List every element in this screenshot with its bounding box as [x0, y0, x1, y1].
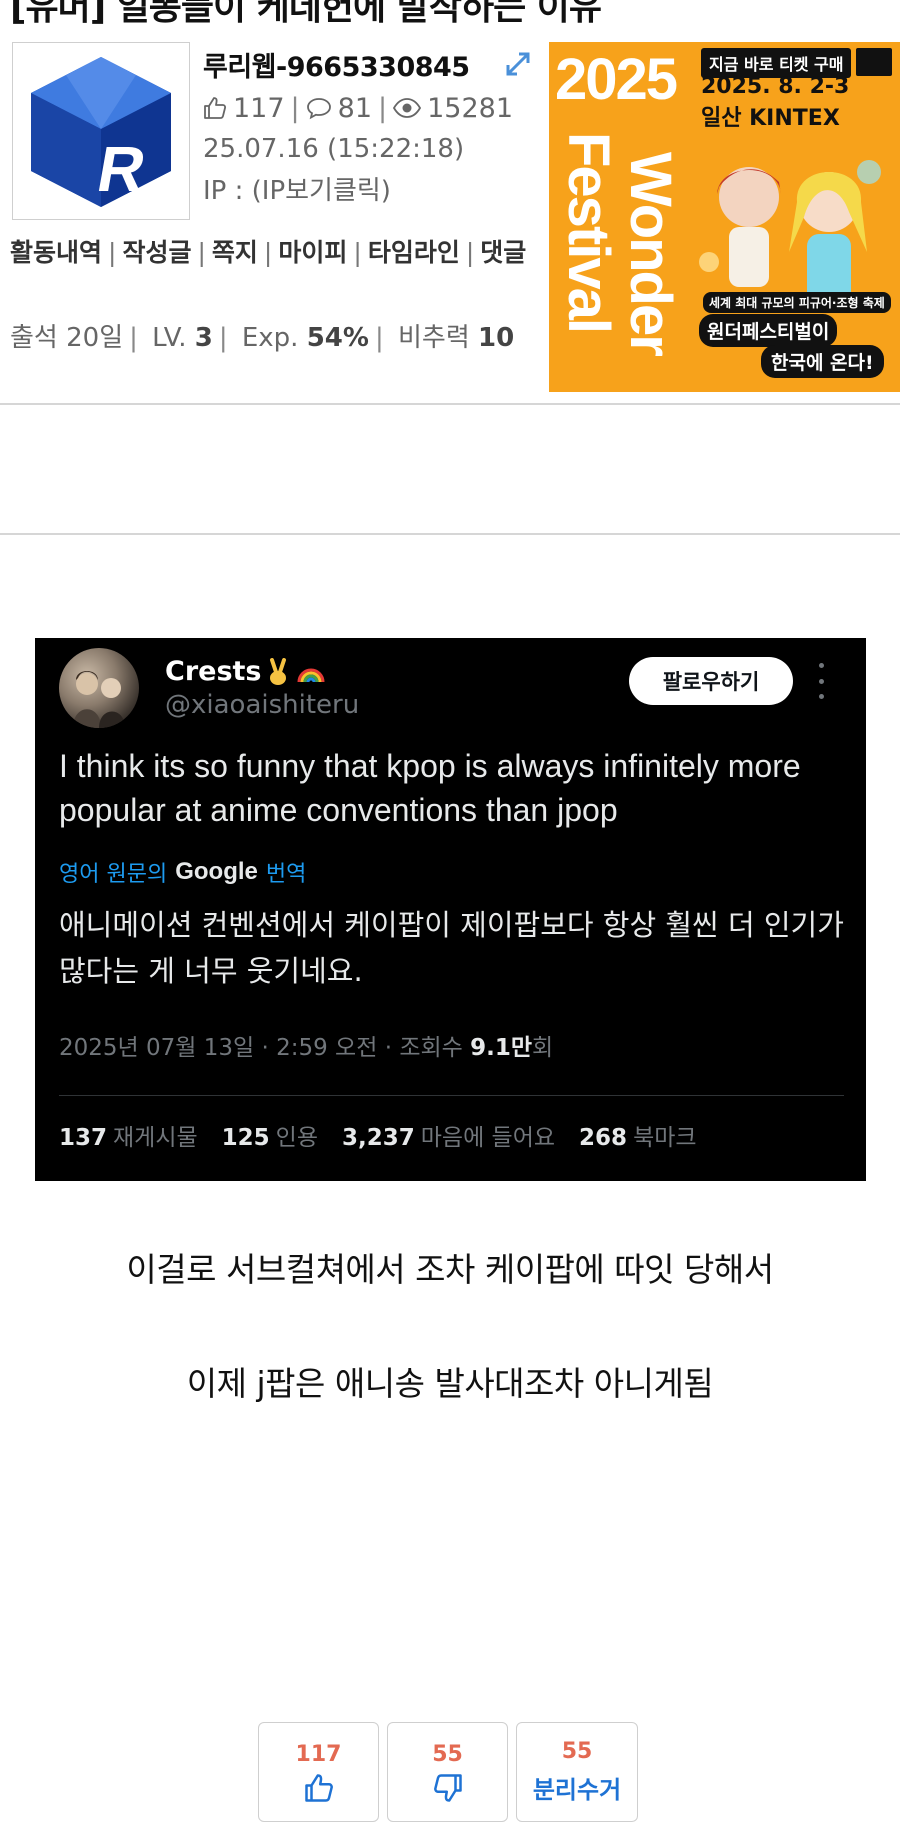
tweet-handle: @xiaoaishiteru [165, 690, 360, 720]
divider-mid [0, 533, 900, 535]
recycle-label: 분리수거 [532, 1776, 622, 1804]
downvote-button[interactable]: 55 [387, 1722, 508, 1822]
divider-top [0, 403, 900, 405]
exp-label: Exp. [241, 323, 299, 353]
author-meta: 루리웹-9665330845 117 | 81 | 15281 25.07.16… [203, 44, 533, 212]
tweet-bookmarks-label: 북마크 [633, 1125, 697, 1151]
comment-icon [306, 98, 331, 120]
level-value: 3 [194, 323, 213, 353]
link-messages[interactable]: 쪽지 [212, 238, 258, 267]
level-info: 출석 20일 | LV. 3 | Exp. 54% | 비추력 10 [10, 323, 515, 353]
post-date: 25.07.16 (15:22:18) [203, 134, 465, 164]
ad-year: 2025 [555, 47, 678, 112]
google-label: Google [175, 858, 258, 885]
post-title: [유머] 일뽕들이 케데헌에 발작하는 이유 [10, 0, 602, 28]
author-comments: 81 [337, 92, 373, 124]
tweet-timestamp: 2025년 07월 13일 · 2:59 오전 · 조회수 9.1만회 [59, 1028, 553, 1062]
link-comments[interactable]: 댓글 [480, 238, 526, 267]
tweet-quotes: 125 [221, 1125, 270, 1151]
ad-dates: 2025. 8. 2-3 [701, 74, 850, 99]
activity-links: 활동내역 | 작성글 | 쪽지 | 마이피 | 타임라인 | 댓글 [10, 238, 527, 267]
tweet-time-text: 2025년 07월 13일 · 2:59 오전 · 조회수 [59, 1035, 463, 1061]
recycle-button[interactable]: 55 분리수거 [516, 1722, 638, 1822]
tweet-views-value: 9.1만 [470, 1035, 533, 1061]
tweet-screenshot: Crests @xiaoaishiteru 팔로우하기 I think its … [35, 638, 866, 1181]
tweet-likes-label: 마음에 들어요 [420, 1125, 556, 1151]
thumbs-down-icon [433, 1773, 462, 1802]
exp-value: 54% [306, 323, 369, 353]
tweet-views-suffix: 회 [532, 1035, 554, 1061]
ad-title-festival: Festival [556, 132, 621, 332]
bichu-label: 비추력 [397, 323, 470, 353]
link-activity[interactable]: 활동내역 [10, 238, 102, 267]
tweet-separator [59, 1095, 844, 1096]
tweet-bookmarks: 268 [579, 1125, 628, 1151]
tweet-text: I think its so funny that kpop is always… [59, 748, 801, 828]
thumbs-up-icon [204, 97, 227, 119]
tweet-follow-button: 팔로우하기 [629, 657, 793, 705]
wonder-festival-ad[interactable]: 2025 지금 바로 티켓 구매 2025. 8. 2-3 일산 KINTEX … [549, 42, 900, 392]
downvote-count: 55 [432, 1741, 463, 1767]
ad-venue: 일산 KINTEX [701, 106, 840, 131]
thumbs-up-icon [304, 1773, 333, 1802]
eye-icon [393, 98, 422, 118]
author-avatar[interactable]: R [12, 42, 190, 220]
translate-link: 번역 [265, 862, 307, 887]
tweet-retweets: 137 [59, 1125, 108, 1151]
recycle-count: 55 [561, 1739, 593, 1764]
upvote-button[interactable]: 117 [258, 1722, 379, 1822]
tweet-retweets-label: 재게시물 [113, 1125, 198, 1151]
upvote-count: 117 [295, 1741, 342, 1767]
ad-tag-coming: 한국에 온다! [761, 345, 884, 378]
link-posts[interactable]: 작성글 [122, 238, 191, 267]
expand-icon[interactable] [503, 49, 533, 79]
author-views: 15281 [427, 92, 514, 124]
tweet-quotes-label: 인용 [275, 1125, 318, 1151]
victory-hand-icon [269, 657, 286, 685]
tweet-translate-line: 영어 원문의 Google 번역 [59, 856, 306, 888]
ip-link[interactable]: IP : (IP보기클릭) [203, 170, 533, 212]
body-text-line-1: 이걸로 서브컬쳐에서 조차 케이팝에 따잇 당해서 [126, 1250, 774, 1289]
level-label: LV. [152, 323, 187, 353]
tweet-stats: 137 재게시물 125 인용 3,237 마음에 들어요 268 북마크 [59, 1118, 697, 1152]
attendance: 출석 20일 [10, 323, 124, 353]
link-timeline[interactable]: 타임라인 [368, 238, 460, 267]
bichu-value: 10 [478, 323, 515, 353]
ruliweb-logo-icon: R [31, 57, 171, 207]
ad-tag-biggest: 세계 최대 규모의 피규어·조형 축제 [703, 292, 891, 313]
author-likes: 117 [233, 92, 285, 124]
body-text-line-2: 이제 j팝은 애니송 발사대조차 아니게됨 [186, 1364, 714, 1403]
ad-tag-wonderfes: 원더페스티벌이 [699, 314, 838, 347]
tweet-likes: 3,237 [342, 1125, 415, 1151]
wf-logo-icon [856, 48, 892, 76]
ad-title-wonder: Wonder [618, 152, 683, 355]
author-nickname[interactable]: 루리웹-9665330845 [203, 45, 470, 84]
tweet-author-label: Crests [165, 656, 262, 687]
tweet-avatar [59, 648, 139, 728]
link-mypi[interactable]: 마이피 [278, 238, 347, 267]
translate-prefix: 영어 원문의 [59, 862, 168, 887]
author-stats: 117 | 81 | 15281 [203, 88, 533, 128]
more-options-icon [811, 663, 831, 699]
rainbow-icon [297, 668, 324, 682]
vote-buttons: 117 55 55 분리수거 [258, 1722, 638, 1822]
tweet-author-name: Crests [165, 656, 326, 687]
tweet-translated-text: 애니메이션 컨벤션에서 케이팝이 제이팝보다 항상 훨씬 더 인기가 많다는 게… [59, 908, 844, 988]
